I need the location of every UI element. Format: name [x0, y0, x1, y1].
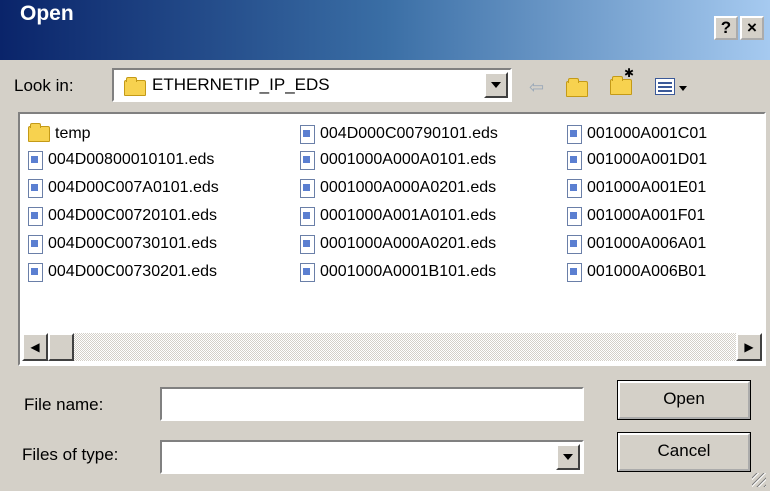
help-button[interactable]: ?: [714, 16, 738, 40]
file-name-label: File name:: [24, 395, 104, 414]
file-type-dropdown[interactable]: [160, 440, 584, 474]
file-list-item-label: 001000A001F01: [587, 207, 706, 224]
file-icon: [567, 124, 582, 144]
view-menu-icon[interactable]: [655, 76, 697, 98]
file-list-item-label: 004D00800010101.eds: [48, 151, 215, 168]
file-list-item-label: 004D000C00790101.eds: [320, 125, 498, 142]
look-in-value: ETHERNETIP_IP_EDS: [152, 75, 330, 94]
file-icon: [567, 206, 582, 226]
file-list-item-label: 001000A001C01: [587, 125, 708, 142]
file-icon: [28, 178, 43, 198]
arrow-right-icon: ▶: [744, 340, 754, 354]
file-list[interactable]: temp 004D00800010101.eds 004D00C007A0101.e…: [18, 112, 766, 366]
file-list-item-label: 0001000A0001B101.eds: [320, 263, 497, 280]
file-list-item[interactable]: 0001000A000A0101.eds: [300, 148, 496, 172]
file-icon: [567, 150, 582, 170]
chevron-down-icon: [563, 454, 573, 460]
file-icon: [300, 206, 315, 226]
file-icon: [28, 150, 43, 170]
file-list-item-label: 0001000A000A0201.eds: [320, 179, 497, 196]
file-name-input[interactable]: [160, 387, 584, 421]
file-icon: [567, 262, 582, 282]
file-list-item[interactable]: 001000A001F01: [567, 204, 705, 228]
scroll-left-button[interactable]: ◀: [22, 333, 48, 361]
arrow-left-icon: ◀: [30, 340, 40, 354]
file-list-item-label: 001000A001E01: [587, 179, 707, 196]
cancel-button[interactable]: Cancel: [617, 432, 751, 472]
file-list-item-label: 004D00C00730101.eds: [48, 235, 218, 252]
file-list-item-label: 0001000A000A0201.eds: [320, 235, 497, 252]
file-icon: [28, 262, 43, 282]
up-folder-icon[interactable]: [566, 77, 588, 98]
file-icon: [300, 124, 315, 144]
file-icon: [300, 150, 315, 170]
file-icon: [300, 262, 315, 282]
file-list-item[interactable]: 001000A001D01: [567, 148, 707, 172]
file-icon: [28, 206, 43, 226]
file-list-item-label: 004D00C007A0101.eds: [48, 179, 219, 196]
window-title: Open: [20, 2, 74, 25]
file-list-item[interactable]: 004D00C00730201.eds: [28, 260, 217, 284]
scroll-right-button[interactable]: ▶: [736, 333, 762, 361]
file-list-item[interactable]: 001000A006B01: [567, 260, 706, 284]
file-list-item-label: 001000A006B01: [587, 263, 707, 280]
file-icon: [300, 234, 315, 254]
file-list-item[interactable]: 0001000A000A0201.eds: [300, 176, 496, 200]
file-list-item[interactable]: 004D00800010101.eds: [28, 148, 214, 172]
file-list-item-label: 004D00C00730201.eds: [48, 263, 218, 280]
file-icon: [567, 234, 582, 254]
file-list-item[interactable]: 0001000A0001B101.eds: [300, 260, 496, 284]
file-list-item[interactable]: temp: [28, 122, 91, 146]
file-icon: [567, 178, 582, 198]
file-icon: [300, 178, 315, 198]
horizontal-scrollbar[interactable]: [22, 333, 762, 361]
file-type-label: Files of type:: [22, 445, 119, 464]
file-list-item-label: 001000A001D01: [587, 151, 708, 168]
file-list-item[interactable]: 001000A001E01: [567, 176, 706, 200]
resize-grip-icon[interactable]: [752, 473, 766, 487]
folder-icon: [124, 77, 146, 96]
folder-icon: [28, 123, 50, 142]
file-type-dropdown-arrow[interactable]: [556, 444, 580, 470]
file-icon: [28, 234, 43, 254]
file-list-item-label: 004D00C00720101.eds: [48, 207, 218, 224]
chevron-down-icon: [491, 82, 501, 88]
file-list-item-label: 001000A006A01: [587, 235, 707, 252]
file-list-item[interactable]: 004D00C00730101.eds: [28, 232, 217, 256]
file-list-item[interactable]: 0001000A001A0101.eds: [300, 204, 496, 228]
new-folder-icon[interactable]: ✱: [610, 66, 634, 96]
look-in-dropdown-arrow[interactable]: [484, 72, 508, 98]
look-in-label: Look in:: [14, 76, 74, 95]
file-list-item-label: 0001000A000A0101.eds: [320, 151, 497, 168]
scrollbar-thumb[interactable]: [48, 333, 74, 361]
file-list-item[interactable]: 004D00C00720101.eds: [28, 204, 217, 228]
chevron-down-icon: [679, 86, 687, 91]
file-list-item[interactable]: 0001000A000A0201.eds: [300, 232, 496, 256]
file-list-item-label: temp: [55, 125, 91, 142]
file-list-item[interactable]: 001000A006A01: [567, 232, 706, 256]
file-list-item[interactable]: 004D000C00790101.eds: [300, 122, 498, 146]
title-bar: [0, 0, 770, 60]
open-button[interactable]: Open: [617, 380, 751, 420]
file-list-item-label: 0001000A001A0101.eds: [320, 207, 497, 224]
file-list-item[interactable]: 001000A001C01: [567, 122, 707, 146]
close-button[interactable]: ×: [740, 16, 764, 40]
back-arrow-icon[interactable]: ⇦: [529, 77, 544, 98]
file-list-item[interactable]: 004D00C007A0101.eds: [28, 176, 219, 200]
look-in-dropdown[interactable]: ETHERNETIP_IP_EDS: [112, 68, 512, 102]
